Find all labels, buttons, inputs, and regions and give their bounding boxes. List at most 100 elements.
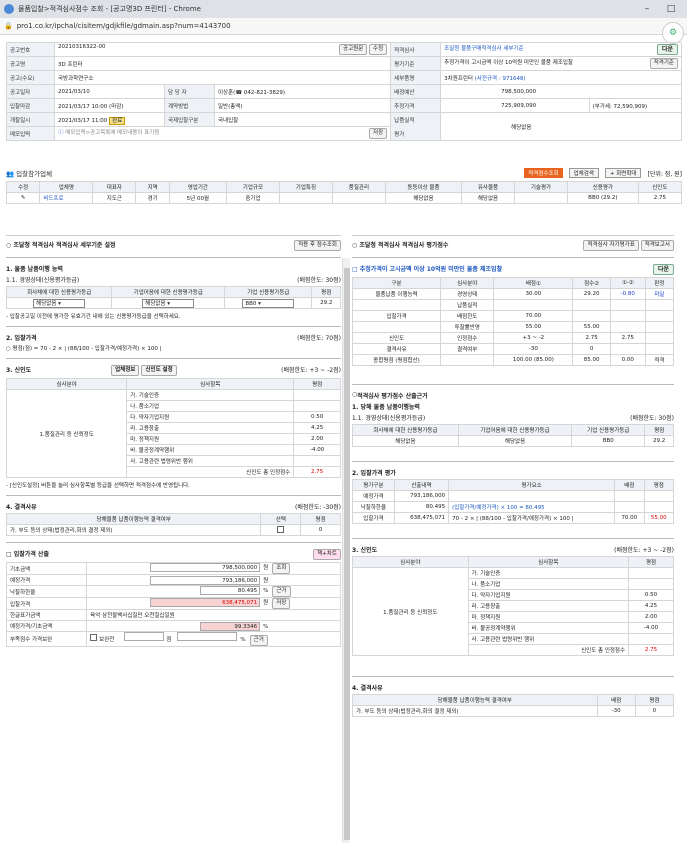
down-button[interactable]: 다운 bbox=[652, 264, 674, 275]
supplement-input[interactable] bbox=[124, 632, 165, 641]
book-chart-button[interactable]: 책+차트 bbox=[313, 549, 341, 560]
edit-button[interactable]: 수정 bbox=[369, 44, 388, 55]
price-label: 한글표기금액 bbox=[5, 609, 88, 621]
address-bar[interactable]: 🔒 pro1.co.kr/ipchal/cisitem/gdjkfile/gdm… bbox=[0, 18, 687, 35]
settings-icon[interactable]: ⚙ bbox=[662, 22, 684, 44]
price-action-button[interactable]: 근거 bbox=[249, 635, 268, 646]
score-cell: 종합평점 (평점합산) bbox=[351, 354, 442, 366]
col-h: 기업어음에 대한 신용평가등급 bbox=[457, 424, 573, 436]
company-name[interactable]: 비드프로 bbox=[43, 196, 63, 202]
trust-item: 가. 기술인증 bbox=[467, 567, 630, 579]
calc-score-button[interactable]: 적격점수조회 bbox=[524, 168, 563, 178]
prespec-link[interactable]: (사전규격 : 971648) bbox=[475, 76, 526, 82]
point-unit: 점 bbox=[166, 637, 172, 643]
score-cell: -0.80 bbox=[609, 288, 646, 300]
perf-label: 납품실적 평가 bbox=[390, 112, 442, 141]
column-header: 배점① bbox=[493, 277, 574, 289]
gongo-name: 3D 프린터 bbox=[53, 56, 392, 71]
price-input[interactable]: 638,475,071 bbox=[150, 598, 261, 607]
s2-limit: (배점한도: 70점) bbox=[297, 335, 341, 342]
trust-field: 1.품질관리 등 신뢰정도 bbox=[352, 567, 469, 656]
col-h: 선택 bbox=[260, 513, 302, 525]
column-header: 심사분야 bbox=[352, 556, 469, 568]
supplement-checkbox[interactable] bbox=[90, 634, 98, 641]
trust-score: -4.00 bbox=[628, 622, 674, 634]
box-title[interactable]: □ 추정가격이 고시금액 이상 10억원 미만인 물품 제조입찰 bbox=[352, 264, 502, 275]
open-status-badge: 완료 bbox=[109, 116, 126, 125]
report-button[interactable]: 적격보고서 bbox=[640, 240, 674, 251]
column-header: 업체명 bbox=[39, 181, 94, 193]
close-label: 입찰마감 bbox=[6, 98, 55, 113]
column-header: 기술평가 bbox=[514, 181, 568, 193]
self-eval-button[interactable]: 적격심사 자기평가표 bbox=[583, 240, 639, 251]
disq-item: 가. 부도 등의 상태(법정관리,화의 결정 제외) bbox=[5, 524, 262, 536]
trust-item: 사. 고용관련 법령위반 행위 bbox=[126, 455, 295, 467]
company-info-button[interactable]: 업체정보 bbox=[111, 365, 140, 376]
price-action-button[interactable]: 근거 bbox=[272, 586, 291, 597]
bid-info-table: 공고번호 20210316322-00 공고원문 수정 적격심사 조달청 물품구… bbox=[6, 42, 683, 141]
window-titlebar: 물품입찰>적격심사점수 조회 - [공고명3D 프린터] - Chrome – … bbox=[0, 0, 687, 18]
b2-cell: 793,186,000 bbox=[393, 490, 450, 502]
column-header: 점수② bbox=[572, 277, 611, 289]
gongo-doc-button[interactable]: 공고원문 bbox=[339, 44, 368, 55]
bond-grade-select[interactable]: 해당없음 ▾ bbox=[33, 298, 86, 308]
open-label: 개찰일시 bbox=[6, 112, 55, 127]
price-action-button[interactable]: 저장 bbox=[272, 598, 291, 609]
tech-eval bbox=[514, 192, 568, 204]
download-button[interactable]: 다운 bbox=[656, 44, 678, 55]
s3-title: 3. 신인도 bbox=[6, 367, 32, 374]
score-cell: 2.75 bbox=[572, 332, 611, 344]
column-header: 판정 bbox=[644, 277, 675, 289]
price-input[interactable]: 99.3346 bbox=[200, 621, 261, 631]
scrollbar[interactable] bbox=[342, 258, 350, 843]
expand-screen-button[interactable]: + 화면확대 bbox=[604, 168, 642, 178]
minimize-icon[interactable]: – bbox=[635, 4, 659, 14]
supplement-pct-input[interactable] bbox=[177, 632, 238, 641]
price-cell: 638,475,071 원 저장 bbox=[86, 597, 341, 610]
score-cell bbox=[609, 299, 646, 311]
score-cell bbox=[351, 299, 442, 311]
unit: % bbox=[240, 637, 246, 643]
company-search-button[interactable]: 업체검색 bbox=[568, 168, 599, 178]
url-text[interactable]: pro1.co.kr/ipchal/cisitem/gdjkfile/gdmai… bbox=[17, 22, 231, 30]
size: 중기업 bbox=[225, 192, 280, 204]
edit-pencil-icon[interactable]: ✎ bbox=[5, 192, 41, 204]
s4-title: 4. 결격사유 bbox=[6, 504, 37, 511]
score-title: ○ 조달청 적격심사 적격심사 평가점수 bbox=[352, 242, 449, 249]
b11-title: 1.1. 경영상태(신용평가등급) bbox=[352, 415, 426, 422]
score-cell: 배점한도 bbox=[440, 310, 495, 322]
price-formula: ○ 평점(점) = 70 - 2 × | (88/100 - 입찰가격/예정가격… bbox=[6, 346, 162, 352]
trust-note: - [신인도설정] 버튼을 눌러 심사항목별 등급을 선택하면 적격점수에 반영… bbox=[6, 483, 190, 489]
memo-input[interactable]: 메모입력>공고목록에 메모내용이 표기됨 bbox=[65, 130, 159, 136]
trust-item: 나. 품소기업 bbox=[467, 578, 630, 590]
lock-icon: 🔒 bbox=[4, 22, 13, 30]
price-input[interactable]: 80.495 bbox=[200, 586, 261, 595]
credit-eval: BB0 (29.2) bbox=[567, 192, 639, 204]
feature bbox=[278, 192, 333, 204]
price-label: 입찰가격 bbox=[5, 597, 88, 610]
eval-criteria-button[interactable]: 적격기준 bbox=[649, 58, 678, 69]
score-cell: -30 bbox=[493, 343, 574, 355]
column-header: 산출내역 bbox=[393, 479, 450, 491]
note-grade-select[interactable]: 해당없음 ▾ bbox=[142, 298, 195, 308]
price-action-button[interactable]: 조회 bbox=[272, 563, 291, 574]
price-input[interactable]: 793,186,000 bbox=[150, 575, 261, 585]
maximize-icon[interactable]: □ bbox=[659, 4, 683, 14]
price-label: 낙찰하한율 bbox=[5, 585, 88, 598]
judge-value[interactable]: 조달청 물품구매적격심사 세부기준 bbox=[444, 46, 523, 52]
est-label: 추정가격 bbox=[390, 98, 442, 113]
cell: 0 bbox=[634, 705, 675, 717]
company-grade-select[interactable]: BB0 ▾ bbox=[242, 298, 295, 308]
unit: 원 bbox=[263, 565, 269, 571]
disq-checkbox[interactable] bbox=[277, 525, 285, 533]
trust-score bbox=[628, 578, 674, 590]
trust-setting-button[interactable]: 신인도 설정 bbox=[141, 365, 177, 376]
price-cell: 육억 삼천팔백사십칠만 오천칠십일원 bbox=[86, 609, 341, 621]
price-input[interactable]: 798,500,000 bbox=[150, 563, 261, 572]
score-cell: 55.00 bbox=[572, 321, 611, 333]
score-cell bbox=[493, 299, 574, 311]
memo-save-button[interactable]: 저장 bbox=[369, 128, 388, 139]
b2-cell bbox=[448, 490, 616, 502]
scroll-thumb[interactable] bbox=[344, 268, 350, 840]
apply-button[interactable]: 적용 후 점수조회 bbox=[294, 240, 341, 251]
